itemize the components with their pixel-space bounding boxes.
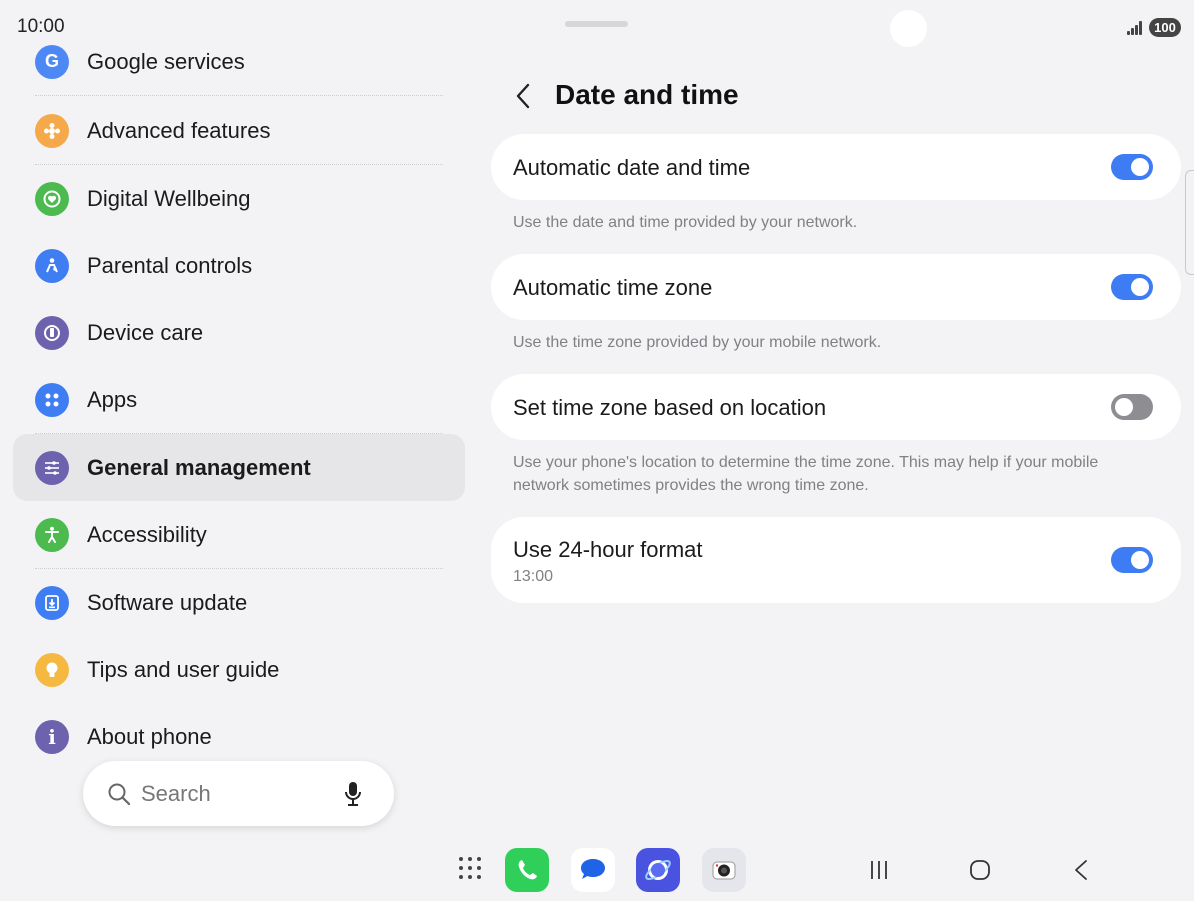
signal-icon [1127, 20, 1143, 35]
setting-title: Automatic date and time [513, 155, 751, 180]
setting-title: Automatic time zone [513, 275, 713, 300]
microphone-icon[interactable] [343, 780, 363, 808]
edge-panel-handle[interactable] [1185, 170, 1194, 275]
back-button[interactable] [510, 80, 538, 112]
sidebar-item-parental-controls[interactable]: Parental controls [13, 232, 465, 299]
setting-description: Use the date and time provided by your n… [513, 214, 858, 231]
divider [35, 95, 443, 96]
setting-description: Use your phone's location to determine t… [513, 454, 1099, 494]
apps-icon [35, 382, 69, 417]
setting-automatic-time-zone[interactable]: Automatic time zone [491, 254, 1181, 320]
phone-app-icon[interactable] [505, 848, 549, 892]
sidebar-item-label: Advanced features [87, 117, 271, 143]
setting-24-hour-format[interactable]: Use 24-hour format 13:00 [491, 517, 1181, 603]
app-drawer-icon[interactable] [459, 857, 481, 879]
recent-apps-button[interactable] [867, 858, 891, 882]
sidebar-item-label: Device care [87, 319, 204, 345]
sidebar-item-label: About phone [87, 723, 212, 749]
sidebar-item-label: Digital Wellbeing [87, 185, 251, 211]
sidebar-item-label: Accessibility [87, 521, 207, 547]
accessibility-icon [35, 517, 69, 552]
24-hour-format-toggle[interactable] [1111, 547, 1153, 573]
sidebar-item-accessibility[interactable]: Accessibility [13, 501, 465, 568]
setting-title: Use 24-hour format [513, 537, 703, 562]
sliders-icon [35, 450, 69, 485]
internet-browser-icon[interactable] [636, 848, 680, 892]
software-update-icon [35, 585, 69, 620]
home-button[interactable] [968, 858, 992, 882]
camera-app-icon[interactable] [702, 848, 746, 892]
advanced-features-icon [35, 113, 69, 148]
sidebar-item-digital-wellbeing[interactable]: Digital Wellbeing [13, 165, 465, 232]
battery-indicator: 100 [1149, 18, 1181, 37]
automatic-time-zone-toggle[interactable] [1111, 274, 1153, 300]
lightbulb-icon [35, 652, 69, 687]
sidebar-item-software-update[interactable]: Software update [13, 569, 465, 636]
sidebar-item-label: Apps [87, 386, 138, 412]
search-bar[interactable]: Search [83, 761, 394, 826]
messages-app-icon[interactable] [571, 848, 615, 892]
sidebar-item-label: Parental controls [87, 252, 253, 278]
digital-wellbeing-icon [35, 181, 69, 216]
sidebar-item-general-management[interactable]: General management [13, 434, 465, 501]
sidebar-item-google-services[interactable]: G Google services [13, 28, 465, 95]
setting-subtitle: 13:00 [513, 568, 554, 585]
parental-controls-icon [35, 248, 69, 283]
google-icon: G [35, 44, 69, 79]
info-icon: i [35, 719, 69, 754]
sidebar-item-advanced-features[interactable]: Advanced features [13, 97, 465, 164]
sidebar-item-device-care[interactable]: Device care [13, 299, 465, 366]
sidebar-item-label: Tips and user guide [87, 656, 280, 682]
location-time-zone-toggle[interactable] [1111, 394, 1153, 420]
automatic-date-time-toggle[interactable] [1111, 154, 1153, 180]
page-title: Date and time [555, 79, 739, 110]
sidebar-item-label: Google services [87, 48, 245, 74]
search-input[interactable]: Search [141, 781, 211, 807]
device-care-icon [35, 315, 69, 350]
setting-time-zone-by-location[interactable]: Set time zone based on location [491, 374, 1181, 440]
settings-screen: 10:00 100 G Google services Advanced fea… [0, 0, 1194, 901]
sidebar-item-apps[interactable]: Apps [13, 366, 465, 433]
sidebar-item-about-phone[interactable]: i About phone [13, 703, 465, 770]
sidebar-item-label: General management [87, 454, 311, 480]
sidebar-item-label: Software update [87, 589, 248, 615]
drag-handle[interactable] [565, 21, 628, 27]
setting-title: Set time zone based on location [513, 395, 827, 420]
search-icon [108, 783, 131, 806]
front-camera-cutout [890, 10, 927, 47]
setting-description: Use the time zone provided by your mobil… [513, 334, 882, 351]
sidebar-item-tips-and-user-guide[interactable]: Tips and user guide [13, 636, 465, 703]
nav-back-button[interactable] [1070, 858, 1094, 882]
setting-automatic-date-and-time[interactable]: Automatic date and time [491, 134, 1181, 200]
